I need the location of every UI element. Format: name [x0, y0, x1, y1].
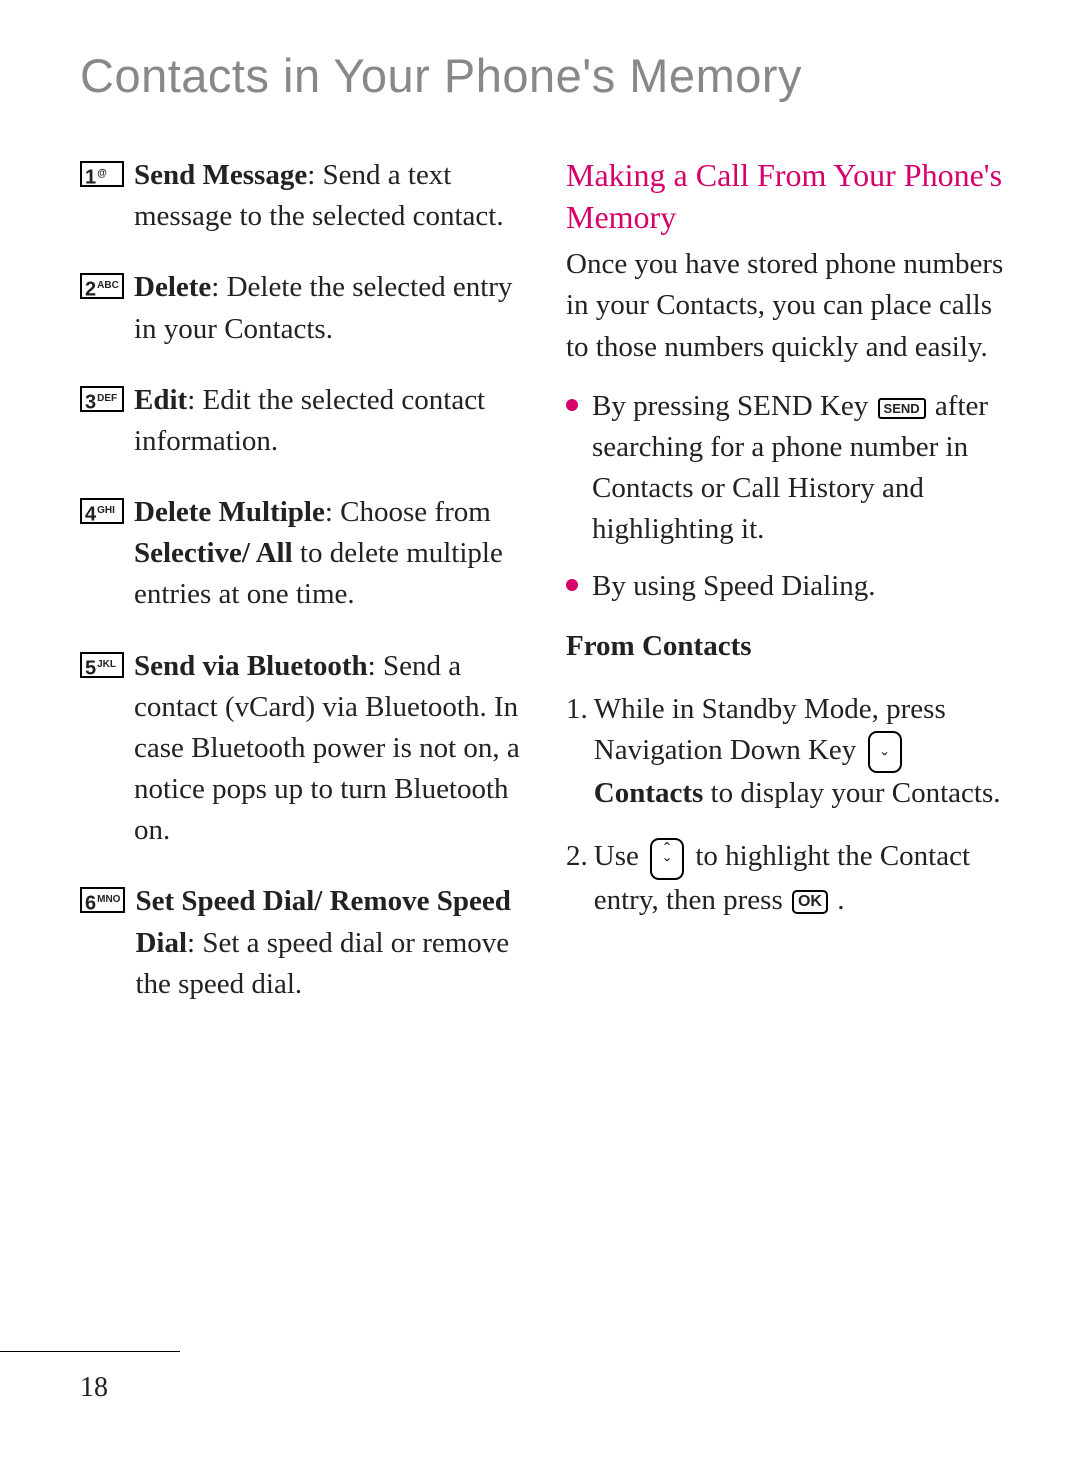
sub-heading: From Contacts: [566, 626, 1010, 667]
option-label: Send Message: [134, 159, 307, 191]
right-column: Making a Call From Your Phone's Memory O…: [566, 155, 1010, 1035]
nav-updown-key-icon: [650, 838, 684, 880]
option-body: : Edit the selected contact information.: [134, 384, 485, 457]
nav-down-key-icon: [868, 731, 902, 773]
left-column: 1@ Send Message: Send a text message to …: [80, 155, 524, 1035]
option-edit: 3DEF Edit: Edit the selected contact inf…: [80, 380, 524, 462]
numbered-steps: 1. While in Standby Mode, press Navigati…: [566, 689, 1010, 921]
step-2: 2. Use to highlight the Contact entry, t…: [566, 836, 1010, 921]
section-heading: Making a Call From Your Phone's Memory: [566, 155, 1010, 238]
page-title: Contacts in Your Phone's Memory: [80, 48, 1010, 103]
key-5-icon: 5JKL: [80, 652, 124, 678]
bullet-icon: [566, 399, 578, 411]
option-send-message: 1@ Send Message: Send a text message to …: [80, 155, 524, 237]
intro-paragraph: Once you have stored phone numbers in yo…: [566, 244, 1010, 368]
option-delete-multiple: 4GHI Delete Multiple: Choose from Select…: [80, 492, 524, 616]
bullet-icon: [566, 579, 578, 591]
option-label: Send via Bluetooth: [134, 650, 368, 682]
step-1: 1. While in Standby Mode, press Navigati…: [566, 689, 1010, 815]
option-send-bluetooth: 5JKL Send via Bluetooth: Send a contact …: [80, 646, 524, 852]
option-label: Delete Multiple: [134, 496, 325, 528]
key-6-icon: 6MNO: [80, 887, 125, 913]
key-3-icon: 3DEF: [80, 386, 124, 412]
content-columns: 1@ Send Message: Send a text message to …: [80, 155, 1010, 1035]
key-2-icon: 2ABC: [80, 273, 124, 299]
option-label: Delete: [134, 271, 211, 303]
bullet-item-send-key: By pressing SEND Key SEND after searchin…: [566, 386, 1010, 551]
key-4-icon: 4GHI: [80, 498, 124, 524]
send-key-icon: SEND: [878, 398, 926, 419]
option-speed-dial: 6MNO Set Speed Dial/ Remove Speed Dial: …: [80, 881, 524, 1005]
option-delete: 2ABC Delete: Delete the selected entry i…: [80, 267, 524, 349]
key-1-icon: 1@: [80, 161, 124, 187]
ok-key-icon: OK: [792, 890, 828, 914]
option-label: Edit: [134, 384, 187, 416]
page-number: 18: [80, 1372, 108, 1404]
bullet-list: By pressing SEND Key SEND after searchin…: [566, 386, 1010, 608]
bullet-item-speed-dial: By using Speed Dialing.: [566, 566, 1010, 607]
option-body: : Set a speed dial or remove the speed d…: [135, 927, 509, 1000]
footer-divider: [0, 1351, 180, 1352]
